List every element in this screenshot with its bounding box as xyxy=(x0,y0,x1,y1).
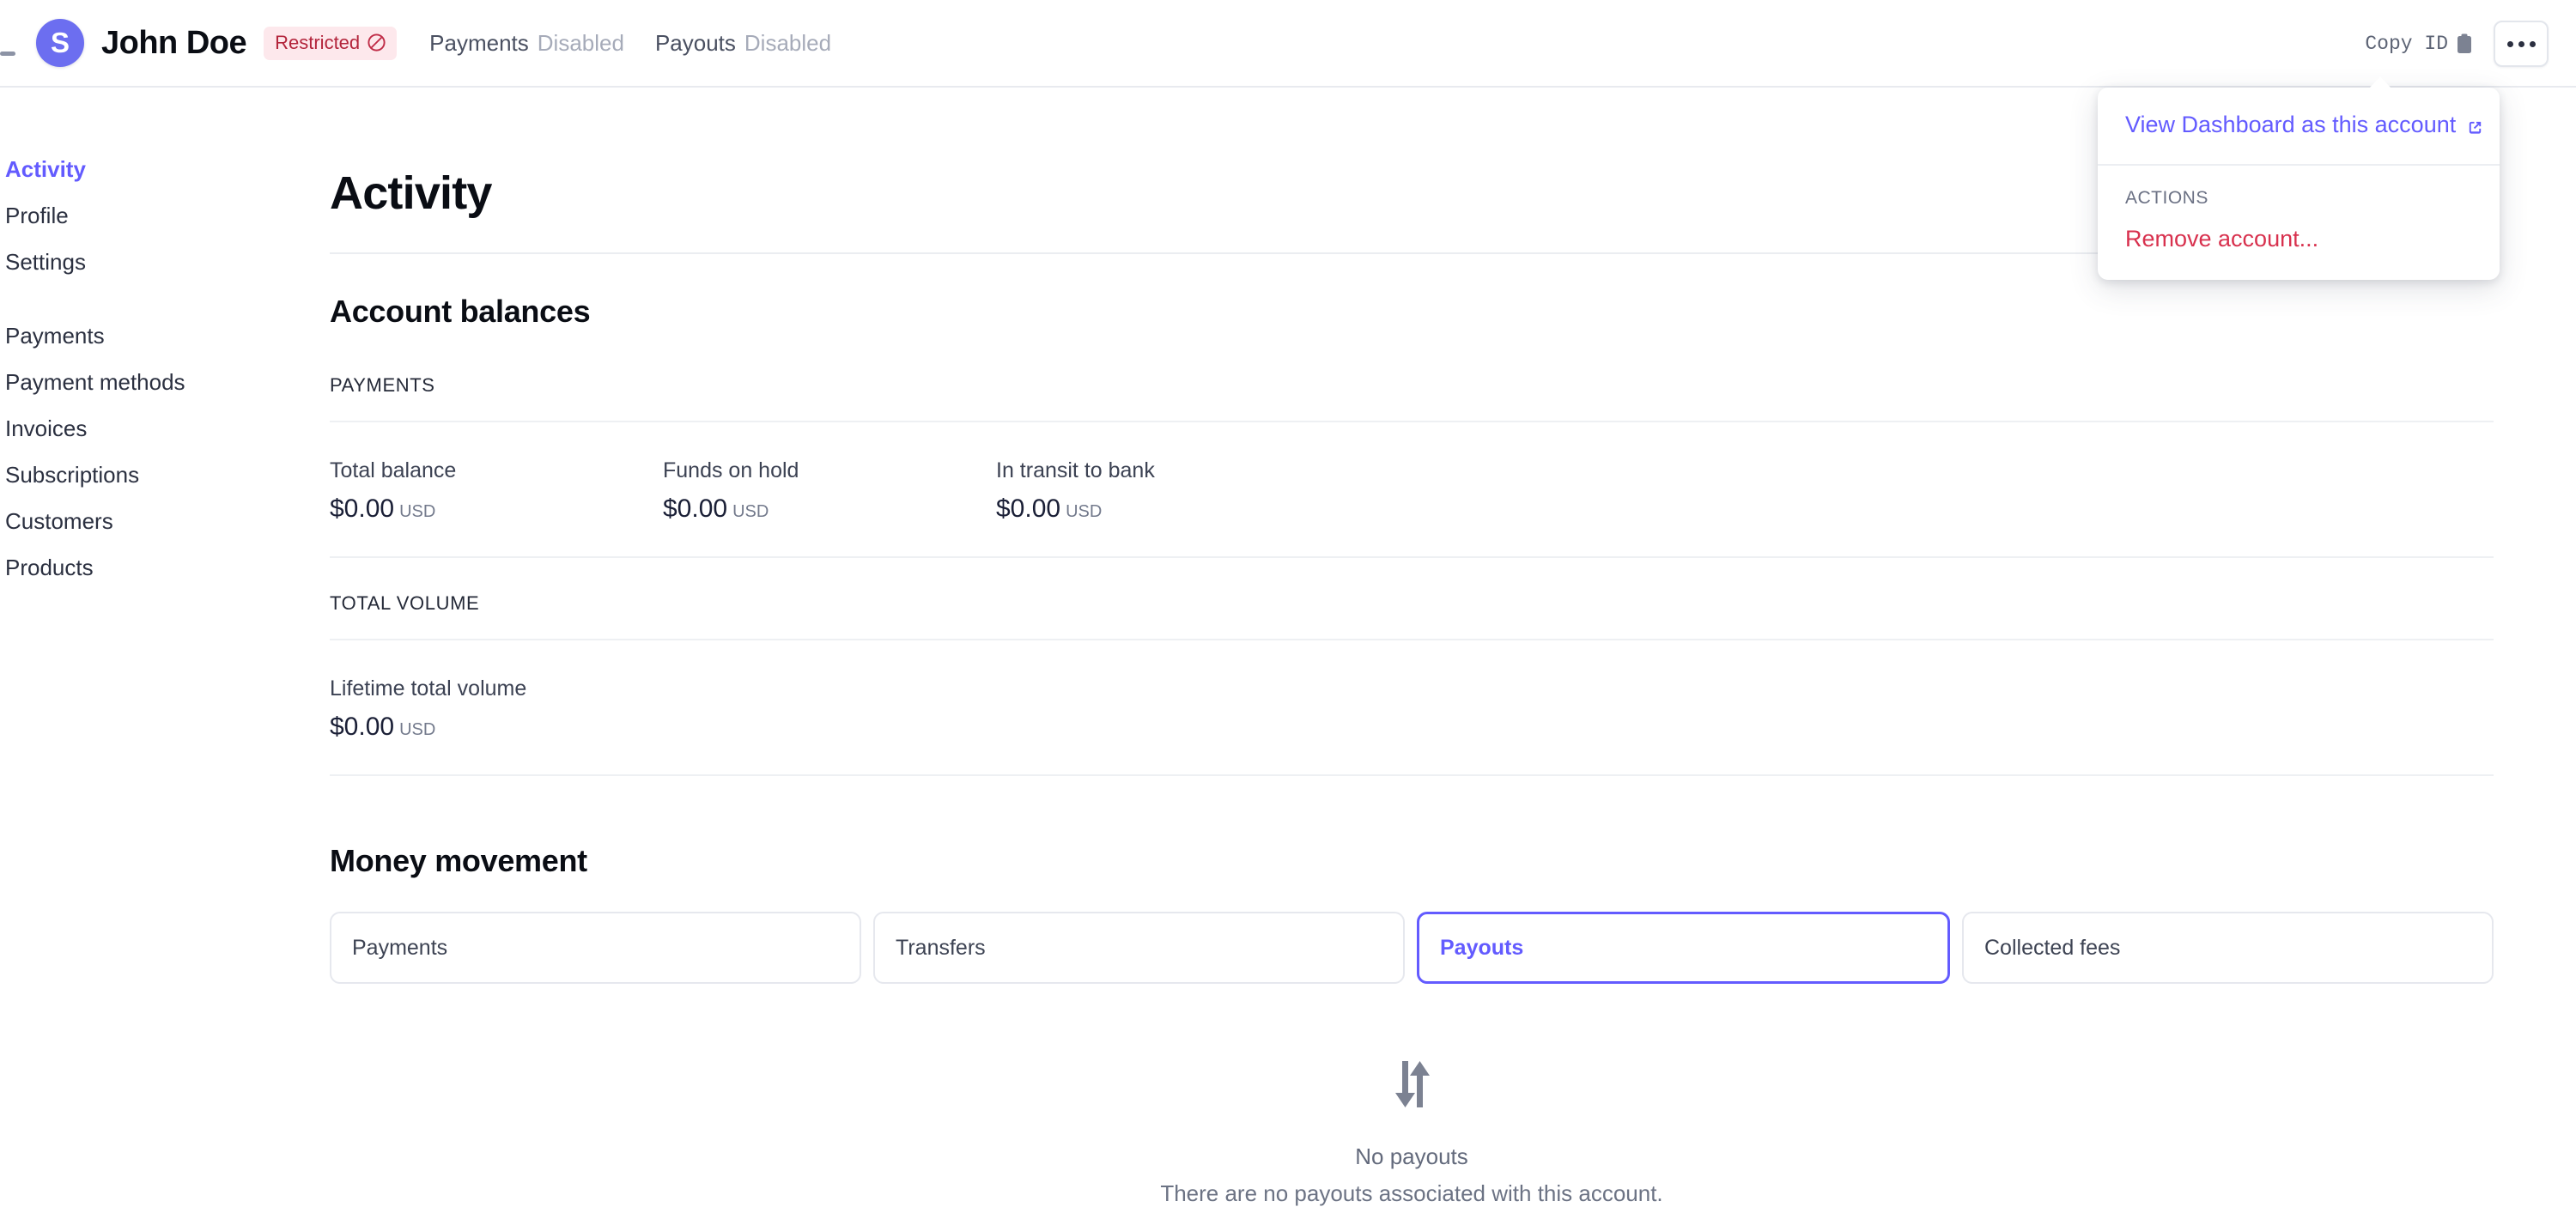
balance-amount-value: $0.00 xyxy=(663,494,728,523)
balance-amount-value: $0.00 xyxy=(330,494,395,523)
tab-payments[interactable]: Payments xyxy=(330,912,861,984)
balance-label: Lifetime total volume xyxy=(330,676,527,701)
status-payouts-label: Payouts xyxy=(654,29,736,56)
external-link-icon xyxy=(2466,116,2484,134)
status-payments-label: Payments xyxy=(429,29,529,56)
tab-transfers[interactable]: Transfers xyxy=(873,912,1405,984)
copy-id-label: Copy ID xyxy=(2365,33,2448,55)
money-movement-heading: Money movement xyxy=(330,843,587,878)
clipboard-icon xyxy=(2456,33,2473,54)
balance-cell-total-balance: Total balance $0.00 USD xyxy=(330,458,663,524)
total-volume-group-divider xyxy=(330,639,2494,640)
account-balances-heading: Account balances xyxy=(330,294,591,329)
sidebar-item-payments[interactable]: Payments xyxy=(0,324,319,371)
balance-currency: USD xyxy=(399,720,436,739)
sidebar-item-profile[interactable]: Profile xyxy=(0,204,319,251)
balance-amount: $0.00 USD xyxy=(663,494,996,524)
balance-label: Total balance xyxy=(330,458,457,482)
status-badge-label: Restricted xyxy=(275,31,361,53)
balance-amount: $0.00 USD xyxy=(330,494,663,524)
menu-item-view-dashboard-label: View Dashboard as this account xyxy=(2125,112,2457,137)
balance-amount-value: $0.00 xyxy=(996,494,1061,523)
balance-amount: $0.00 USD xyxy=(996,494,1329,524)
sidebar-item-subscriptions[interactable]: Subscriptions xyxy=(0,464,319,510)
sidebar: Activity Profile Settings Payments Payme… xyxy=(0,88,319,603)
transfer-arrows-icon xyxy=(1385,1056,1438,1113)
avatar: S xyxy=(36,19,84,67)
empty-state-title: No payouts xyxy=(1355,1143,1468,1169)
top-header-bar: S John Doe Restricted Payments Disabled … xyxy=(0,0,2576,88)
status-payouts: Payouts Disabled xyxy=(655,30,831,57)
menu-item-view-dashboard[interactable]: View Dashboard as this account xyxy=(2098,88,2500,164)
payments-group-label: PAYMENTS xyxy=(330,374,435,396)
balance-currency: USD xyxy=(1066,502,1103,521)
balance-amount: $0.00 USD xyxy=(330,713,776,742)
sidebar-item-activity[interactable]: Activity xyxy=(0,158,319,204)
balance-amount-value: $0.00 xyxy=(330,713,395,741)
status-payments-value: Disabled xyxy=(537,29,624,56)
balance-cell-in-transit-to-bank: In transit to bank $0.00 USD xyxy=(996,458,1329,524)
account-name: John Doe xyxy=(101,24,247,61)
copy-id-button[interactable]: Copy ID xyxy=(2365,33,2473,55)
total-volume-group-label: TOTAL VOLUME xyxy=(330,592,480,614)
payments-section-bottom-divider xyxy=(330,556,2494,558)
menu-section-label-actions: ACTIONS xyxy=(2125,188,2208,208)
menu-item-remove-account[interactable]: Remove account... xyxy=(2098,209,2500,280)
payments-balance-row: Total balance $0.00 USD Funds on hold $0.… xyxy=(330,458,2494,524)
header-overflow-menu-button[interactable] xyxy=(2494,21,2549,67)
balance-cell-funds-on-hold: Funds on hold $0.00 USD xyxy=(663,458,996,524)
tab-payouts[interactable]: Payouts xyxy=(1417,912,1950,984)
sidebar-item-products[interactable]: Products xyxy=(0,556,319,603)
status-payouts-value: Disabled xyxy=(744,29,832,56)
total-volume-bottom-divider xyxy=(330,774,2494,776)
balance-currency: USD xyxy=(399,502,436,521)
ellipsis-icon xyxy=(2506,40,2513,47)
sidebar-group-divider xyxy=(0,297,319,324)
tab-collected-fees[interactable]: Collected fees xyxy=(1962,912,2494,984)
money-movement-tabs: Payments Transfers Payouts Collected fee… xyxy=(330,912,2494,984)
total-volume-row: Lifetime total volume $0.00 USD xyxy=(330,676,2494,742)
back-navigation-stub[interactable] xyxy=(0,52,15,56)
status-payments: Payments Disabled xyxy=(429,30,624,57)
payouts-empty-state: No payouts There are no payouts associat… xyxy=(330,1056,2494,1207)
empty-state-subtitle: There are no payouts associated with thi… xyxy=(1160,1180,1663,1206)
balance-currency: USD xyxy=(732,502,769,521)
ellipsis-icon xyxy=(2529,40,2536,47)
sidebar-item-customers[interactable]: Customers xyxy=(0,510,319,556)
balance-label: Funds on hold xyxy=(663,458,799,482)
status-badge: Restricted xyxy=(264,26,398,60)
sidebar-item-payment-methods[interactable]: Payment methods xyxy=(0,371,319,417)
ellipsis-icon xyxy=(2518,40,2524,47)
balance-label: In transit to bank xyxy=(996,458,1155,482)
account-overflow-menu: View Dashboard as this account ACTIONS R… xyxy=(2098,88,2500,280)
sidebar-item-settings[interactable]: Settings xyxy=(0,251,319,297)
balance-cell-lifetime-total-volume: Lifetime total volume $0.00 USD xyxy=(330,676,776,742)
header-actions: Copy ID xyxy=(2365,0,2549,88)
no-entry-icon xyxy=(367,33,386,52)
sidebar-item-invoices[interactable]: Invoices xyxy=(0,417,319,464)
payments-group-divider xyxy=(330,421,2494,422)
